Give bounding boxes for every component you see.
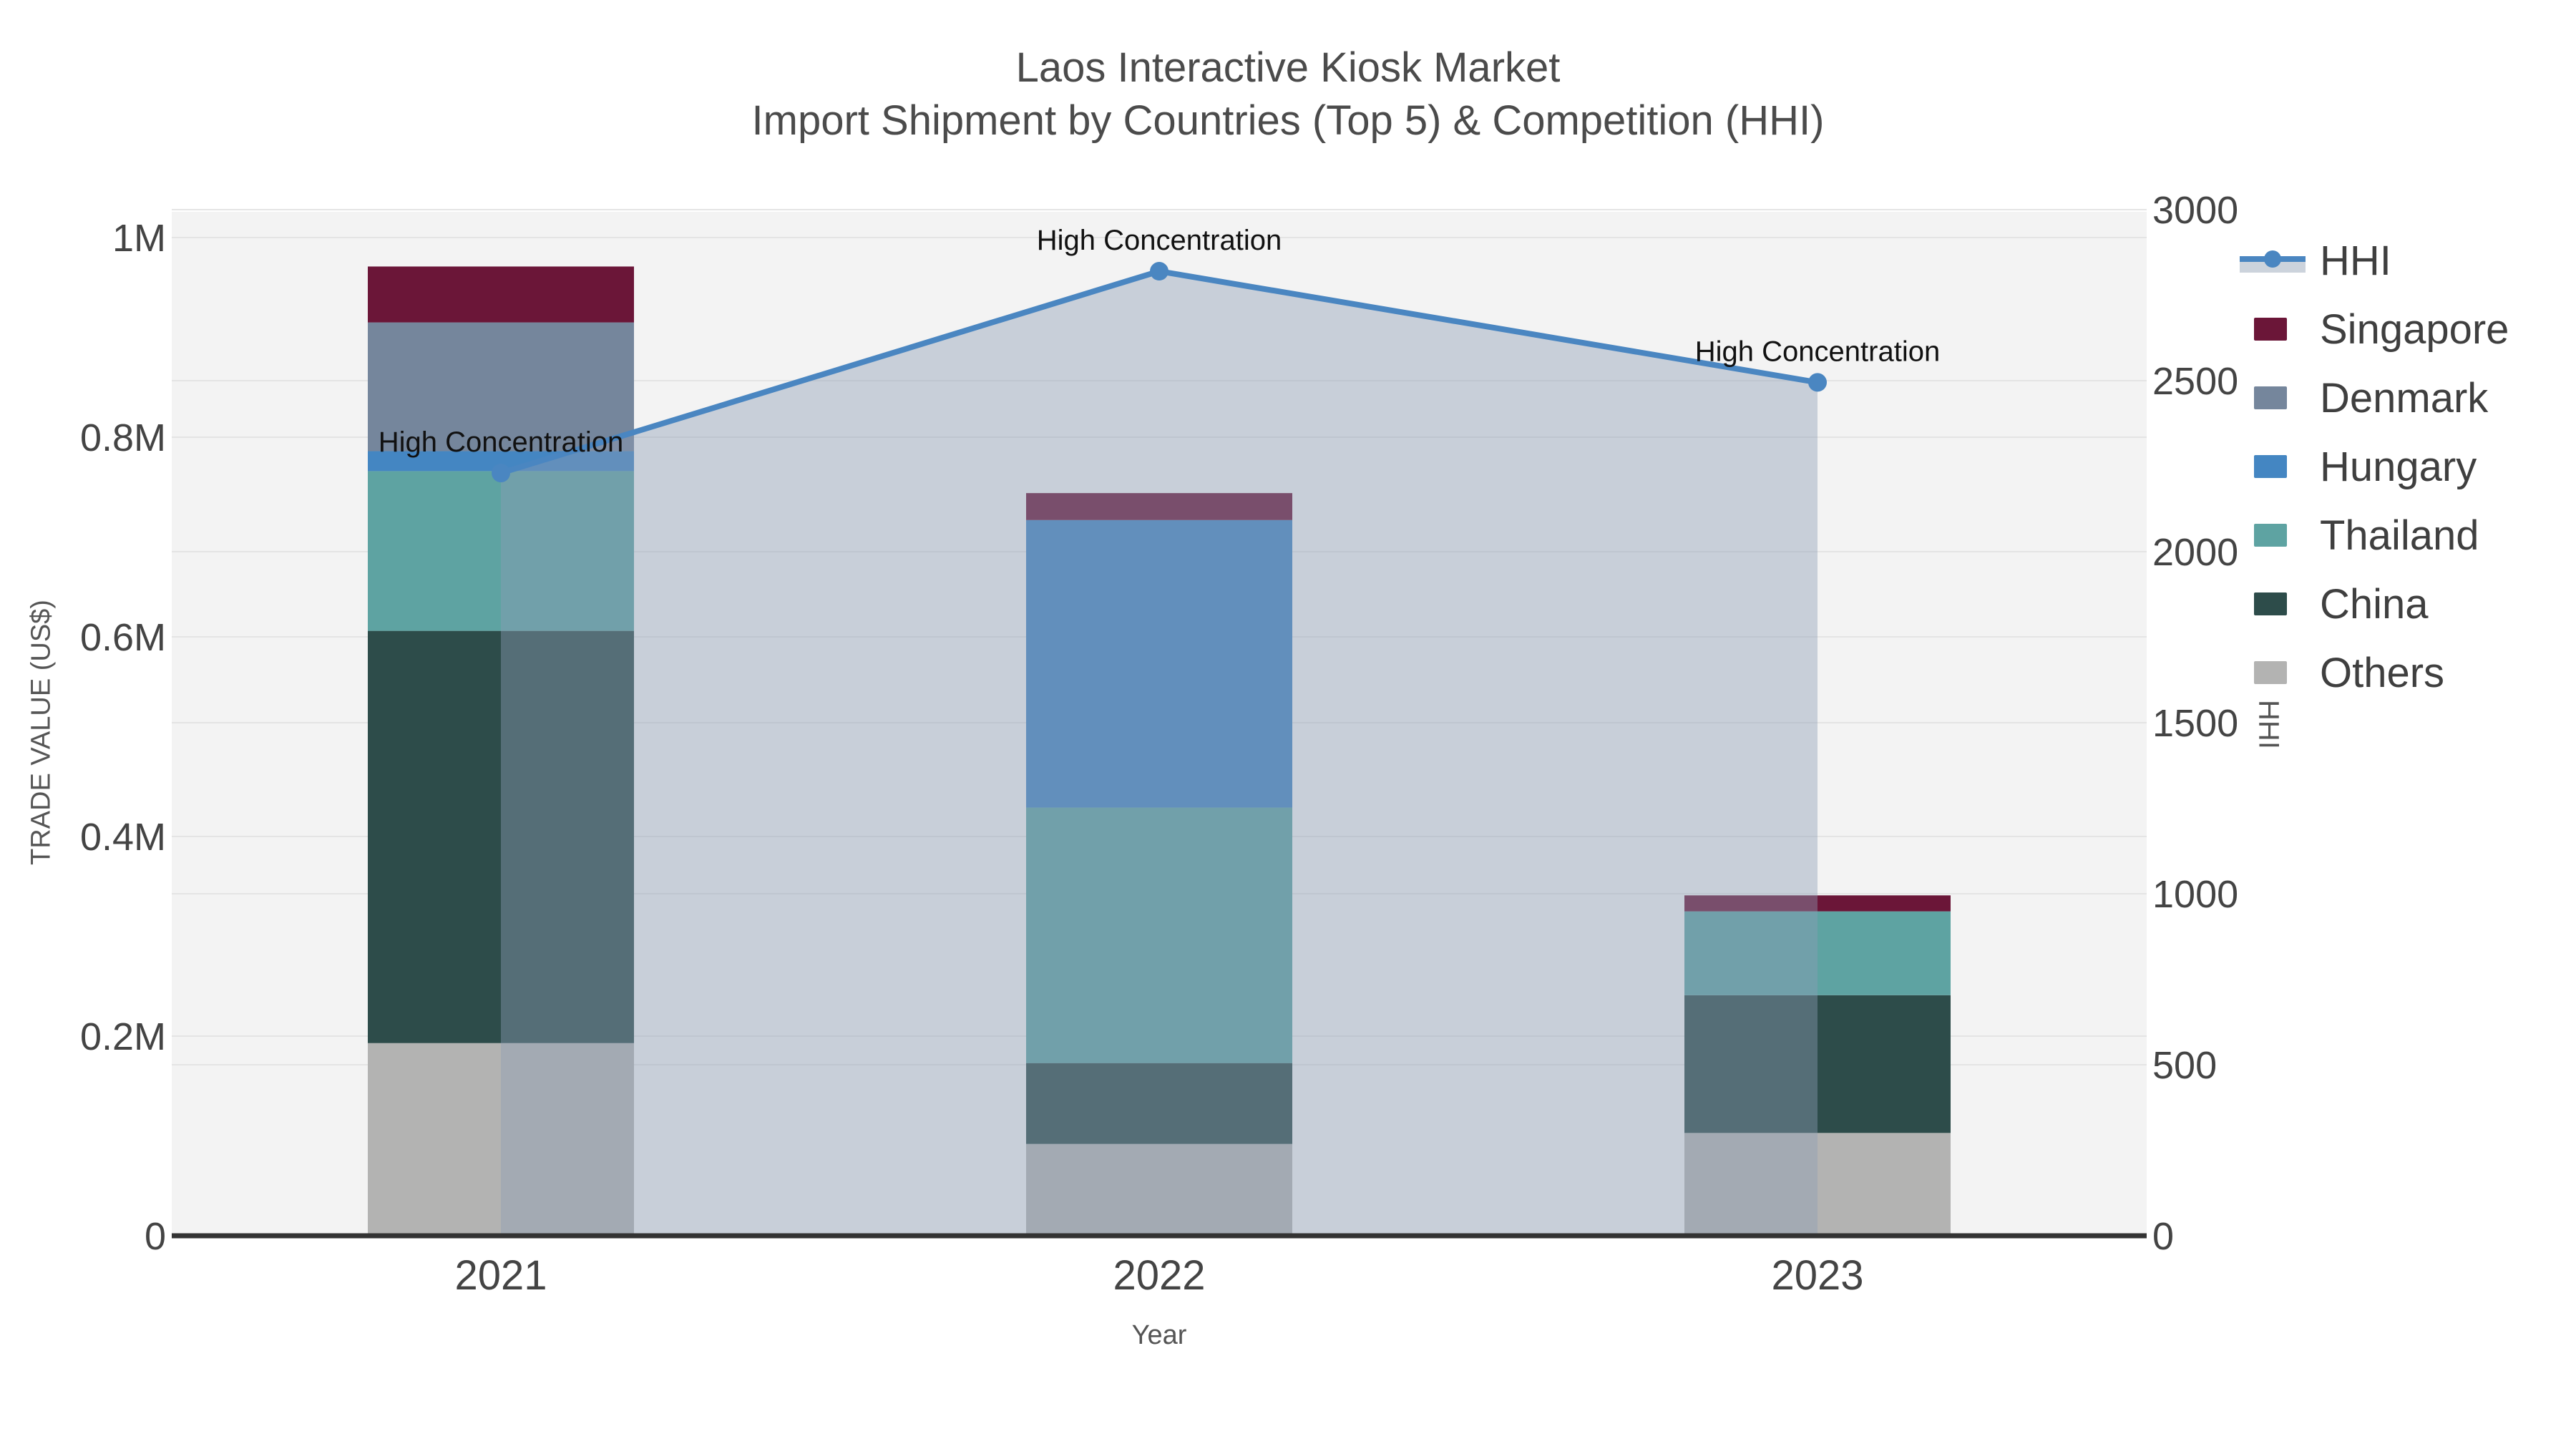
chart-figure: Laos Interactive Kiosk Market Import Shi… (0, 0, 2576, 1449)
y-right-tick-0: 0 (2152, 1215, 2174, 1258)
bar-segment-2021-singapore[interactable] (368, 266, 634, 323)
y-right-tick-500: 500 (2152, 1044, 2217, 1087)
legend-item-thailand[interactable]: Thailand (2235, 501, 2509, 570)
x-tick-2021: 2021 (454, 1252, 547, 1299)
x-tick-2023: 2023 (1771, 1252, 1863, 1299)
y-right-tick-2500: 2500 (2152, 360, 2238, 403)
hhi-area-fill (501, 271, 1818, 1236)
y-left-tick-1M: 1M (112, 217, 166, 260)
legend-item-singapore[interactable]: Singapore (2235, 295, 2509, 364)
hhi-line-icon (2235, 246, 2307, 275)
legend-swatch-icon (2235, 315, 2307, 343)
color-swatch-singapore (2254, 318, 2287, 341)
color-swatch-others (2254, 661, 2287, 684)
legend-label: Hungary (2320, 443, 2477, 490)
legend-item-hhi[interactable]: HHI (2235, 226, 2509, 295)
annotation-2023: High Concentration (1695, 336, 1940, 367)
hhi-marker-icon (2264, 250, 2281, 268)
hhi-marker-2021[interactable] (492, 464, 510, 483)
y-left-tick-0.2M: 0.2M (80, 1015, 166, 1058)
legend-swatch-icon (2235, 658, 2307, 687)
color-swatch-thailand (2254, 524, 2287, 547)
y-right-tick-3000: 3000 (2152, 189, 2238, 232)
legend-item-hungary[interactable]: Hungary (2235, 432, 2509, 501)
legend-swatch-icon (2235, 452, 2307, 481)
hhi-marker-2023[interactable] (1808, 373, 1827, 392)
y-left-tick-0: 0 (145, 1215, 166, 1258)
annotation-2022: High Concentration (1037, 225, 1282, 256)
legend-label: Thailand (2320, 512, 2479, 559)
legend-label: Singapore (2320, 306, 2509, 353)
y-right-tick-1000: 1000 (2152, 873, 2238, 916)
y-right-tick-2000: 2000 (2152, 531, 2238, 574)
y-axis-title-left: TRADE VALUE (US$) (26, 600, 57, 865)
legend-label: Others (2320, 649, 2445, 696)
x-axis-title: Year (1131, 1320, 1187, 1350)
y-left-tick-0.4M: 0.4M (80, 816, 166, 859)
legend-swatch-icon (2235, 521, 2307, 550)
legend-label: China (2320, 580, 2429, 628)
y-left-tick-0.6M: 0.6M (80, 616, 166, 659)
x-tick-2022: 2022 (1113, 1252, 1205, 1299)
legend-swatch-icon (2235, 384, 2307, 412)
plot-canvas: 0 0.2M 0.4M 0.6M 0.8M 1M 0 500 1000 1500 2000 2500 3… (80, 189, 2238, 1299)
hhi-marker-2022[interactable] (1150, 262, 1169, 281)
legend-item-denmark[interactable]: Denmark (2235, 364, 2509, 432)
annotation-2021: High Concentration (379, 426, 623, 458)
legend: HHI Singapore Denmark Hungary Thailand China O… (2235, 226, 2509, 707)
legend-item-others[interactable]: Others (2235, 638, 2509, 707)
y-left-tick-0.8M: 0.8M (80, 416, 166, 459)
y-right-tick-1500: 1500 (2152, 702, 2238, 745)
color-swatch-china (2254, 592, 2287, 615)
legend-item-china[interactable]: China (2235, 570, 2509, 638)
legend-swatch-icon (2235, 590, 2307, 618)
legend-label: Denmark (2320, 374, 2489, 421)
color-swatch-hungary (2254, 455, 2287, 478)
color-swatch-denmark (2254, 386, 2287, 409)
legend-label: HHI (2320, 237, 2391, 284)
